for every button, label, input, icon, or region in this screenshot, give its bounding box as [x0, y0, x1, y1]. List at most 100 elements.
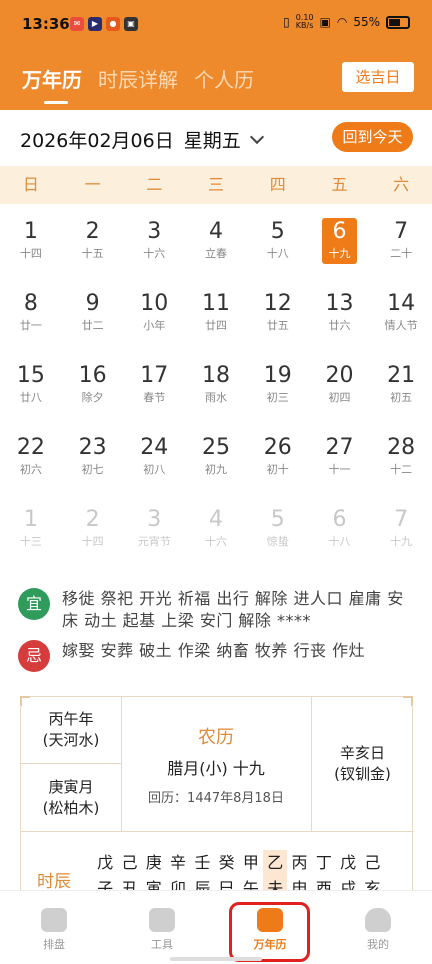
top-tabs: 万年历 时辰详解 个人历 — [22, 64, 254, 104]
calendar-week-row: 1 十三 2 十四 3 元宵节 4 十六 5 惊蛰 6 十八 7 十九 — [0, 498, 432, 570]
calendar-day[interactable]: 17 春节 — [123, 354, 185, 426]
shichen-stem: 戊 — [340, 853, 357, 872]
shichen-stem: 己 — [364, 853, 381, 872]
lunar-day: 十一 — [328, 463, 351, 476]
calendar-day[interactable]: 26 初十 — [247, 426, 309, 498]
lunar-day: 廿一 — [19, 319, 42, 332]
ji-badge: 忌 — [18, 640, 50, 672]
calendar-day[interactable]: 1 十三 — [0, 498, 62, 570]
day-number: 6 — [332, 507, 347, 532]
lunar-day: 除夕 — [81, 391, 104, 404]
home-indicator[interactable] — [170, 957, 262, 961]
tab-wannianli[interactable]: 万年历 — [22, 64, 82, 104]
shichen-label: 时辰 — [37, 872, 71, 892]
huili-date: 回历：1447年8月18日 — [148, 791, 284, 806]
calendar-day[interactable]: 24 初八 — [123, 426, 185, 498]
calendar-day[interactable]: 6 十八 — [309, 498, 371, 570]
calendar-day[interactable]: 27 十一 — [309, 426, 371, 498]
calendar-day[interactable]: 4 十六 — [185, 498, 247, 570]
calendar-day[interactable]: 21 初五 — [370, 354, 432, 426]
weekday-header: 日 一 二 三 四 五 六 — [0, 166, 432, 204]
nongli-title: 农历 — [198, 727, 234, 748]
calendar-day[interactable]: 23 初七 — [62, 426, 124, 498]
lunar-day: 立春 — [205, 247, 228, 260]
calendar-day[interactable]: 2 十五 — [62, 210, 124, 282]
calendar-day[interactable]: 3 十六 — [123, 210, 185, 282]
day-number: 1 — [23, 219, 38, 244]
lunar-day: 雨水 — [205, 391, 228, 404]
lunar-day: 十四 — [19, 247, 42, 260]
day-number: 20 — [325, 363, 354, 388]
shichen-stem: 己 — [121, 853, 138, 872]
day-number: 25 — [202, 435, 231, 460]
nav-mine[interactable]: 我的 — [324, 891, 432, 964]
shichen-stem: 癸 — [218, 853, 235, 872]
calendar-day[interactable]: 18 雨水 — [185, 354, 247, 426]
calendar-day[interactable]: 25 初九 — [185, 426, 247, 498]
nav-paipan[interactable]: 排盘 — [0, 891, 108, 964]
weekday-label: 二 — [146, 175, 163, 194]
calendar-day[interactable]: 3 元宵节 — [123, 498, 185, 570]
nav-label: 排盘 — [43, 938, 65, 951]
calendar-day[interactable]: 8 廿一 — [0, 282, 62, 354]
weekday-label: 六 — [393, 175, 410, 194]
back-to-today-button[interactable]: 回到今天 — [332, 122, 413, 152]
lunar-day: 惊蛰 — [266, 535, 289, 548]
lunar-day: 十四 — [81, 535, 104, 548]
calendar-day[interactable]: 15 廿八 — [0, 354, 62, 426]
tab-personal[interactable]: 个人历 — [194, 64, 254, 93]
tab-shichen[interactable]: 时辰详解 — [98, 64, 178, 93]
day-number: 21 — [387, 363, 416, 388]
day-number: 3 — [147, 507, 162, 532]
nav-tools[interactable]: 工具 — [108, 891, 216, 964]
chevron-down-icon[interactable] — [249, 129, 265, 145]
lunar-day: 十五 — [81, 247, 104, 260]
calendar-day[interactable]: 2 十四 — [62, 498, 124, 570]
calendar-day[interactable]: 5 十八 — [247, 210, 309, 282]
day-number: 7 — [394, 219, 409, 244]
notification-app-icon: ✉ — [70, 17, 84, 31]
lunar-day: 初五 — [390, 391, 413, 404]
calendar-day[interactable]: 12 廿五 — [247, 282, 309, 354]
calendar-day[interactable]: 19 初三 — [247, 354, 309, 426]
notification-app-icon: ▶ — [88, 17, 102, 31]
day-number: 7 — [394, 507, 409, 532]
calendar-day[interactable]: 22 初六 — [0, 426, 62, 498]
weekday-label: 一 — [84, 175, 101, 194]
calendar-day[interactable]: 5 惊蛰 — [247, 498, 309, 570]
calendar-day[interactable]: 16 除夕 — [62, 354, 124, 426]
calendar-day[interactable]: 28 十二 — [370, 426, 432, 498]
lunar-day: 情人节 — [384, 319, 418, 332]
year-ganzhi: 丙午年 (天河水) — [42, 710, 100, 749]
nav-label: 工具 — [151, 938, 173, 951]
shichen-stem: 丁 — [315, 853, 332, 872]
calendar-day[interactable]: 7 十九 — [370, 498, 432, 570]
day-number: 8 — [23, 291, 38, 316]
calendar-day[interactable]: 14 情人节 — [370, 282, 432, 354]
lunar-day: 十九 — [390, 535, 413, 548]
lunar-day: 二十 — [390, 247, 413, 260]
calendar-day[interactable]: 11 廿四 — [185, 282, 247, 354]
current-date[interactable]: 2026年02月06日 星期五 — [20, 126, 241, 153]
calendar-day[interactable]: 13 廿六 — [309, 282, 371, 354]
status-bar: 13:36 ✉ ▶ ● ▣ ▯ 0.10 KB/s ▣ ◠ 55% — [0, 0, 432, 50]
calendar-day[interactable]: 7 二十 — [370, 210, 432, 282]
divider — [21, 763, 121, 764]
calendar-day-selected[interactable]: 6 十九 — [309, 210, 371, 282]
day-number: 23 — [78, 435, 107, 460]
lunar-day: 廿四 — [205, 319, 228, 332]
calendar-day[interactable]: 4 立春 — [185, 210, 247, 282]
chart-board-icon — [41, 908, 67, 932]
status-time: 13:36 — [22, 15, 70, 33]
day-number: 4 — [209, 219, 224, 244]
pick-lucky-day-button[interactable]: 选吉日 — [342, 62, 414, 92]
calendar-day[interactable]: 1 十四 — [0, 210, 62, 282]
weekday-label: 三 — [208, 175, 225, 194]
net-speed: 0.10 KB/s — [295, 13, 314, 30]
day-number: 22 — [16, 435, 45, 460]
calendar-day[interactable]: 20 初四 — [309, 354, 371, 426]
day-number: 10 — [140, 291, 169, 316]
lunar-day: 初三 — [266, 391, 289, 404]
calendar-day[interactable]: 10 小年 — [123, 282, 185, 354]
calendar-day[interactable]: 9 廿二 — [62, 282, 124, 354]
